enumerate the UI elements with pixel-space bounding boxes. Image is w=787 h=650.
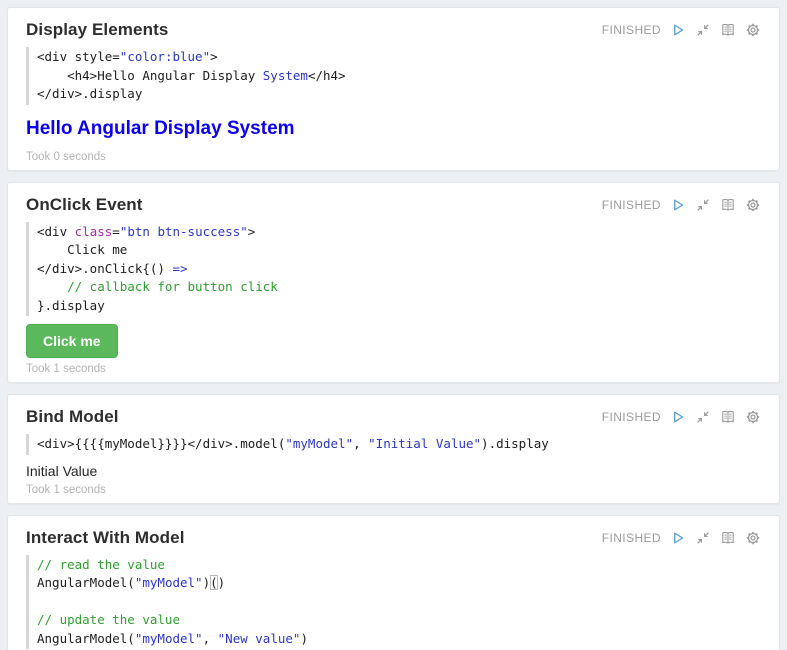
output-text: Initial Value xyxy=(26,463,761,479)
cell-controls: FINISHED xyxy=(602,197,761,213)
code-token: = xyxy=(112,224,120,239)
notebook-cell: OnClick Event FINISHED xyxy=(7,182,780,384)
status-badge: FINISHED xyxy=(602,23,661,37)
code-token: // update the value xyxy=(37,612,180,627)
cell-header: Bind Model FINISHED xyxy=(26,407,761,427)
code-token: > xyxy=(210,49,218,64)
book-icon[interactable] xyxy=(720,197,736,213)
cell-title: Interact With Model xyxy=(26,528,185,548)
code-token: <div>{{{{myModel}}}}</div>.model( xyxy=(37,436,285,451)
execution-time: Took 1 seconds xyxy=(26,484,761,496)
code-token: => xyxy=(172,261,187,276)
book-icon[interactable] xyxy=(720,530,736,546)
code-token: ) xyxy=(300,631,308,646)
code-token: // callback for button click xyxy=(37,279,278,294)
run-icon[interactable] xyxy=(670,530,686,546)
settings-icon[interactable] xyxy=(745,409,761,425)
output-heading: Hello Angular Display System xyxy=(26,118,761,140)
code-editor[interactable]: <div class="btn btn-success"> Click me <… xyxy=(26,222,761,317)
book-icon[interactable] xyxy=(720,22,736,38)
collapse-icon[interactable] xyxy=(695,22,711,38)
collapse-icon[interactable] xyxy=(695,409,711,425)
code-token: ( xyxy=(210,575,218,590)
code-token: "myModel" xyxy=(135,575,203,590)
run-icon[interactable] xyxy=(670,197,686,213)
status-badge: FINISHED xyxy=(602,410,661,424)
code-token: "myModel" xyxy=(285,436,353,451)
cell-title: Bind Model xyxy=(26,407,119,427)
notebook-page: Display Elements FINISHED xyxy=(0,0,787,650)
code-token: ) xyxy=(218,575,226,590)
cell-title: Display Elements xyxy=(26,20,168,40)
collapse-icon[interactable] xyxy=(695,530,711,546)
code-token: class xyxy=(75,224,113,239)
notebook-cell: Bind Model FINISHED xyxy=(7,394,780,504)
code-token: , xyxy=(203,631,218,646)
notebook-cell: Display Elements FINISHED xyxy=(7,7,780,171)
output-button-area: Click me xyxy=(26,324,761,358)
status-badge: FINISHED xyxy=(602,531,661,545)
book-icon[interactable] xyxy=(720,409,736,425)
code-token: "New value" xyxy=(218,631,301,646)
code-token: </h4> xyxy=(308,68,346,83)
code-token: // read the value xyxy=(37,557,165,572)
cell-header: Display Elements FINISHED xyxy=(26,20,761,40)
code-token: "myModel" xyxy=(135,631,203,646)
code-token: "Initial Value" xyxy=(368,436,481,451)
code-token: System xyxy=(263,68,308,83)
cell-header: OnClick Event FINISHED xyxy=(26,195,761,215)
notebook-cell: Interact With Model FINISHED xyxy=(7,515,780,650)
settings-icon[interactable] xyxy=(745,197,761,213)
code-token: AngularModel( xyxy=(37,575,135,590)
code-token: <div style= xyxy=(37,49,120,64)
code-editor[interactable]: // read the value AngularModel("myModel"… xyxy=(26,555,761,650)
code-token: <div xyxy=(37,224,75,239)
code-token: AngularModel( xyxy=(37,631,135,646)
code-token: </div>.onClick{() xyxy=(37,261,172,276)
cell-header: Interact With Model FINISHED xyxy=(26,528,761,548)
execution-time: Took 1 seconds xyxy=(26,363,761,375)
code-token: <h4>Hello Angular Display xyxy=(37,68,263,83)
code-token: ) xyxy=(203,575,211,590)
code-editor[interactable]: <div>{{{{myModel}}}}</div>.model("myMode… xyxy=(26,434,761,455)
click-me-button[interactable]: Click me xyxy=(26,324,118,358)
code-token: ).display xyxy=(481,436,549,451)
settings-icon[interactable] xyxy=(745,530,761,546)
code-token: "btn btn-success" xyxy=(120,224,248,239)
code-token: }.display xyxy=(37,298,105,313)
cell-controls: FINISHED xyxy=(602,22,761,38)
collapse-icon[interactable] xyxy=(695,197,711,213)
settings-icon[interactable] xyxy=(745,22,761,38)
cell-controls: FINISHED xyxy=(602,530,761,546)
code-token: Click me xyxy=(37,242,127,257)
run-icon[interactable] xyxy=(670,409,686,425)
code-token: , xyxy=(353,436,368,451)
code-token: </div>.display xyxy=(37,86,142,101)
cell-controls: FINISHED xyxy=(602,409,761,425)
run-icon[interactable] xyxy=(670,22,686,38)
code-token: "color:blue" xyxy=(120,49,210,64)
code-token: > xyxy=(248,224,256,239)
cell-title: OnClick Event xyxy=(26,195,143,215)
status-badge: FINISHED xyxy=(602,198,661,212)
execution-time: Took 0 seconds xyxy=(26,151,761,163)
code-editor[interactable]: <div style="color:blue"> <h4>Hello Angul… xyxy=(26,47,761,105)
